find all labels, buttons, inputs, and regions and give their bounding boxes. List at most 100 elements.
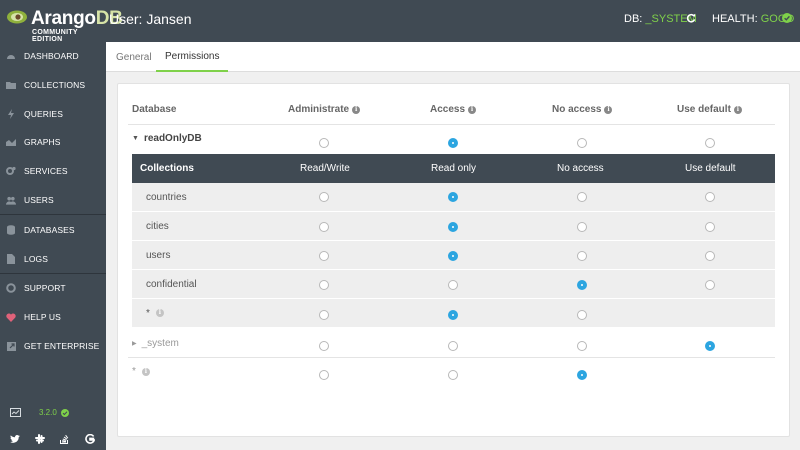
radio-readonlydb-administrate[interactable] (319, 138, 329, 148)
radio-confidential-no-access[interactable] (577, 280, 587, 290)
sidebar-item-label: DASHBOARD (24, 51, 79, 61)
radio-readonlydb-use-default[interactable] (705, 138, 715, 148)
radio-system-use-default[interactable] (705, 341, 715, 351)
collection-name: confidential (146, 278, 197, 290)
use-default-column-header: Use default i (677, 104, 742, 115)
tab-bar: General Permissions (106, 42, 800, 72)
radio-users-read-only[interactable] (448, 251, 458, 261)
sidebar-item-label: GRAPHS (24, 137, 61, 147)
header-divider (128, 124, 775, 125)
heart-icon (6, 312, 16, 322)
sidebar-item-queries[interactable]: QUERIES (0, 100, 106, 128)
info-icon[interactable]: i (733, 105, 742, 114)
sidebar-item-help-us[interactable]: HELP US (0, 303, 106, 331)
sidebar-item-label: COLLECTIONS (24, 80, 86, 90)
radio-system-access[interactable] (448, 341, 458, 351)
arangodb-logo[interactable]: ArangoDB COMMUNITY EDITION (6, 5, 123, 43)
info-icon[interactable]: i (604, 105, 613, 114)
info-icon[interactable]: i (468, 105, 477, 114)
sidebar-item-label: SUPPORT (24, 283, 66, 293)
area-chart-icon (6, 137, 16, 147)
radio-users-no-access[interactable] (577, 251, 587, 261)
current-user-label[interactable]: User: Jansen (109, 11, 191, 27)
dashboard-icon (6, 51, 16, 61)
row-divider (128, 357, 775, 358)
sidebar-item-services[interactable]: SERVICES (0, 157, 106, 185)
collection-name: cities (146, 220, 169, 232)
refresh-icon[interactable] (686, 13, 696, 23)
slack-icon[interactable] (35, 433, 60, 445)
radio-countries-no-access[interactable] (577, 192, 587, 202)
sidebar-item-get-enterprise[interactable]: GET ENTERPRISE (0, 332, 106, 360)
caret-down-icon[interactable]: ▼ (132, 135, 139, 142)
radio-wildcard-db-administrate[interactable] (319, 370, 329, 380)
radio-wildcard-db-access[interactable] (448, 370, 458, 380)
no-access-column-header: No access i (552, 104, 613, 115)
use-default-column-header: Use default (685, 163, 736, 174)
radio-countries-read-only[interactable] (448, 192, 458, 202)
radio-confidential-use-default[interactable] (705, 280, 715, 290)
caret-right-icon[interactable]: ▶ (132, 340, 137, 347)
info-icon[interactable]: i (352, 105, 361, 114)
radio-confidential-read-only[interactable] (448, 280, 458, 290)
radio-cities-read-only[interactable] (448, 222, 458, 232)
collection-name: countries (146, 191, 187, 203)
stackoverflow-icon[interactable] (60, 433, 85, 445)
version-info: 3.2.0 (10, 408, 69, 417)
radio-wildcard-no-access[interactable] (577, 310, 587, 320)
folder-icon (6, 80, 16, 90)
administrate-column-header: Administrate i (288, 104, 361, 115)
radio-readonlydb-no-access[interactable] (577, 138, 587, 148)
radio-system-administrate[interactable] (319, 341, 329, 351)
twitter-icon[interactable] (10, 433, 35, 445)
file-icon (6, 254, 16, 264)
info-icon[interactable]: i (141, 367, 150, 376)
radio-readonlydb-access[interactable] (448, 138, 458, 148)
sidebar-item-label: QUERIES (24, 109, 63, 119)
google-icon[interactable] (85, 433, 110, 445)
tab-permissions[interactable]: Permissions (156, 42, 229, 72)
sidebar-item-graphs[interactable]: GRAPHS (0, 128, 106, 156)
sidebar-item-logs[interactable]: LOGS (0, 245, 106, 273)
sidebar-item-databases[interactable]: DATABASES (0, 216, 106, 244)
sidebar-item-label: GET ENTERPRISE (24, 341, 100, 351)
database-row-readonlydb[interactable]: ▼ readOnlyDB (132, 133, 202, 144)
database-row-wildcard[interactable]: * i (132, 366, 150, 377)
radio-wildcard-read-only[interactable] (448, 310, 458, 320)
sidebar-item-label: HELP US (24, 312, 61, 322)
sidebar-item-users[interactable]: USERS (0, 186, 106, 214)
top-bar: ArangoDB COMMUNITY EDITION User: Jansen … (0, 0, 800, 43)
radio-users-use-default[interactable] (705, 251, 715, 261)
sidebar-item-label: USERS (24, 195, 54, 205)
tab-general[interactable]: General (116, 42, 152, 72)
radio-wildcard-read-write[interactable] (319, 310, 329, 320)
external-link-icon (6, 341, 16, 351)
version-ok-icon (60, 408, 69, 417)
sidebar-item-collections[interactable]: COLLECTIONS (0, 71, 106, 99)
radio-system-no-access[interactable] (577, 341, 587, 351)
database-icon (6, 225, 16, 235)
radio-confidential-read-write[interactable] (319, 280, 329, 290)
radio-countries-read-write[interactable] (319, 192, 329, 202)
radio-cities-read-write[interactable] (319, 222, 329, 232)
database-row-system[interactable]: ▶ _system (132, 338, 179, 349)
radio-wildcard-db-no-access[interactable] (577, 370, 587, 380)
read-write-column-header: Read/Write (300, 163, 350, 174)
radio-countries-use-default[interactable] (705, 192, 715, 202)
sidebar-item-dashboard[interactable]: DASHBOARD (0, 42, 106, 70)
version-number: 3.2.0 (39, 408, 57, 417)
sidebar-item-support[interactable]: SUPPORT (0, 274, 106, 302)
radio-cities-no-access[interactable] (577, 222, 587, 232)
radio-users-read-write[interactable] (319, 251, 329, 261)
collections-header: Collections Read/Write Read only No acce… (132, 154, 775, 183)
social-links (10, 433, 110, 445)
radio-cities-use-default[interactable] (705, 222, 715, 232)
read-only-column-header: Read only (431, 163, 477, 174)
no-access-column-header: No access (557, 163, 604, 174)
info-icon[interactable]: i (155, 309, 164, 317)
brand-edition: COMMUNITY EDITION (32, 29, 78, 43)
check-circle-icon (782, 13, 792, 23)
users-icon (6, 195, 16, 205)
bolt-icon (6, 109, 16, 119)
sidebar-divider (0, 214, 106, 215)
